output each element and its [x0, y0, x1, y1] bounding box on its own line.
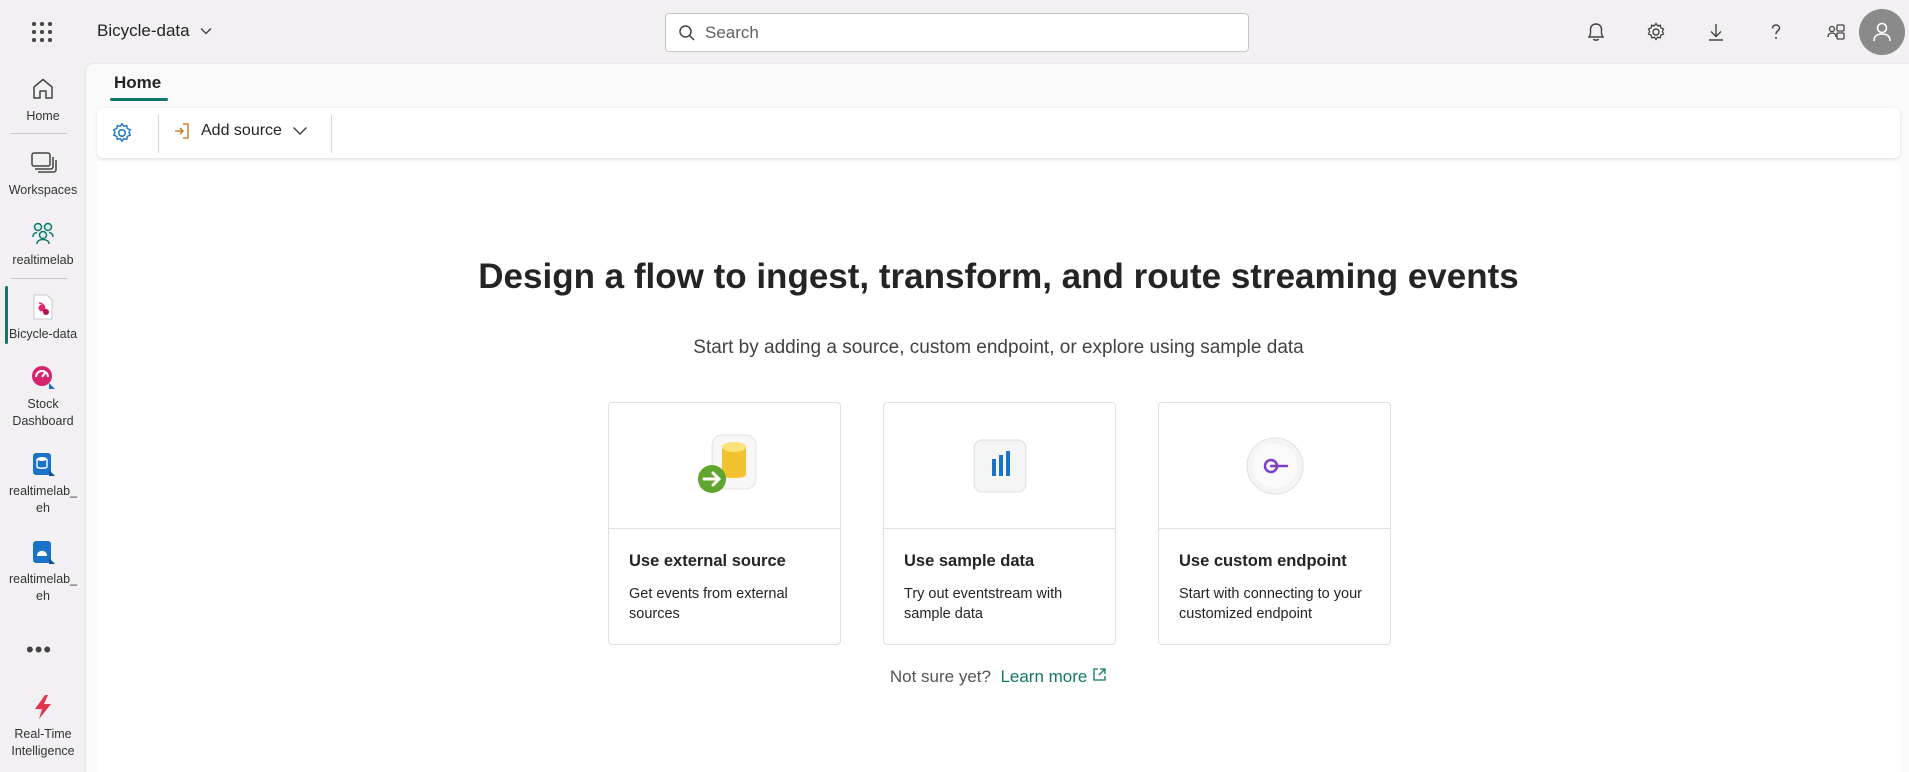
rail-item-realtimelab[interactable]: realtimelab	[0, 218, 86, 269]
sign-in-icon	[175, 123, 189, 139]
gear-icon	[112, 122, 132, 143]
card-art	[884, 403, 1115, 529]
rail-item-real-time-intelligence[interactable]: Real-Time Intelligence	[0, 692, 86, 760]
rail-item-bicycle-data[interactable]: Bicycle-data	[0, 292, 86, 343]
settings-button[interactable]	[1626, 16, 1686, 48]
tab-home[interactable]: Home	[114, 73, 161, 93]
search-input[interactable]	[705, 22, 1205, 43]
rail-item-realtimelab-eh-2[interactable]: realtimelab_ eh	[0, 537, 86, 605]
card-description: Try out eventstream with sample data	[904, 586, 1063, 622]
rail-label: realtimelab	[12, 253, 74, 267]
workspaces-icon	[31, 152, 57, 173]
card-title: Use external source	[629, 552, 786, 570]
rail-item-realtimelab-eh-1[interactable]: realtimelab_ eh	[0, 449, 86, 517]
add-source-label: Add source	[201, 122, 282, 139]
card-title: Use sample data	[904, 552, 1035, 570]
eventhouse-icon	[33, 453, 55, 476]
avatar[interactable]	[1859, 9, 1905, 55]
download-icon	[1709, 24, 1723, 41]
not-sure-text: Not sure yet?	[889, 667, 991, 686]
gear-icon	[1647, 22, 1665, 41]
dashboard-icon	[32, 366, 55, 389]
rail-divider	[11, 133, 67, 134]
custom-endpoint-icon	[1246, 437, 1303, 494]
download-button[interactable]	[1686, 16, 1746, 48]
app-title: Bicycle-data	[97, 21, 190, 40]
external-source-icon	[697, 434, 756, 493]
more-button[interactable]: •••	[26, 637, 52, 663]
share-button[interactable]	[1806, 16, 1866, 48]
realtime-icon	[35, 695, 51, 719]
settings-toolbar-button[interactable]	[110, 121, 134, 150]
top-icons	[1566, 16, 1866, 48]
home-icon	[33, 78, 53, 99]
custom-endpoint-card[interactable]: Use custom endpoint Start with connectin…	[1158, 402, 1391, 645]
learn-more-row: Not sure yet? Learn more	[97, 667, 1900, 687]
rail-label: realtimelab_ eh	[8, 572, 78, 603]
bell-icon	[1587, 23, 1605, 41]
empty-state-canvas: Design a flow to ingest, transform, and …	[97, 162, 1900, 772]
rail-label: realtimelab_ eh	[8, 484, 78, 515]
external-link-icon	[1093, 668, 1106, 681]
app-title-dropdown[interactable]: Bicycle-data	[97, 21, 212, 41]
toolbar-divider	[158, 115, 159, 153]
rail-label: Home	[26, 109, 60, 123]
rail-label: Bicycle-data	[8, 327, 78, 341]
kql-icon	[33, 541, 55, 564]
rail-label: Real-Time Intelligence	[11, 727, 75, 758]
app-launcher-icon[interactable]	[30, 20, 54, 44]
sample-data-card[interactable]: Use sample data Try out eventstream with…	[883, 402, 1116, 645]
toolbar-divider	[331, 115, 332, 153]
sample-data-icon	[973, 439, 1026, 492]
search-icon	[679, 24, 695, 41]
rail-item-home[interactable]: Home	[0, 74, 86, 125]
eventstream-icon	[33, 294, 53, 320]
search-box[interactable]	[665, 13, 1249, 52]
top-bar: Bicycle-data	[0, 0, 1909, 64]
ribbon-toolbar: Add source	[97, 108, 1900, 158]
learn-more-link[interactable]: Learn more	[1000, 667, 1107, 686]
group-icon	[32, 222, 54, 245]
left-rail: Home Workspaces realtimelab Bicycle-data…	[0, 64, 86, 772]
page-title: Design a flow to ingest, transform, and …	[478, 257, 1519, 296]
add-source-button[interactable]: Add source	[173, 122, 308, 140]
card-art	[609, 403, 840, 529]
rail-label: Workspaces	[8, 183, 78, 197]
external-source-card[interactable]: Use external source Get events from exte…	[608, 402, 841, 645]
help-icon	[1771, 24, 1781, 39]
notifications-button[interactable]	[1566, 16, 1626, 48]
card-description: Start with connecting to your customized…	[1179, 586, 1362, 622]
card-art	[1159, 403, 1390, 529]
chevron-down-icon	[200, 28, 212, 35]
learn-more-label: Learn more	[1000, 667, 1088, 686]
help-button[interactable]	[1746, 16, 1806, 48]
page-subtitle: Start by adding a source, custom endpoin…	[693, 337, 1304, 358]
card-title: Use custom endpoint	[1179, 552, 1347, 570]
card-description: Get events from external sources	[629, 586, 788, 622]
tab-underline	[110, 98, 168, 101]
chevron-down-icon	[292, 126, 307, 136]
person-icon	[1873, 22, 1891, 42]
rail-label: Stock Dashboard	[12, 397, 74, 428]
rail-item-stock-dashboard[interactable]: Stock Dashboard	[0, 362, 86, 430]
rail-divider	[11, 278, 67, 279]
rail-item-workspaces[interactable]: Workspaces	[0, 148, 86, 199]
share-icon	[1827, 24, 1845, 40]
main-area: Home Add source Design a flow to ingest,…	[86, 64, 1909, 772]
